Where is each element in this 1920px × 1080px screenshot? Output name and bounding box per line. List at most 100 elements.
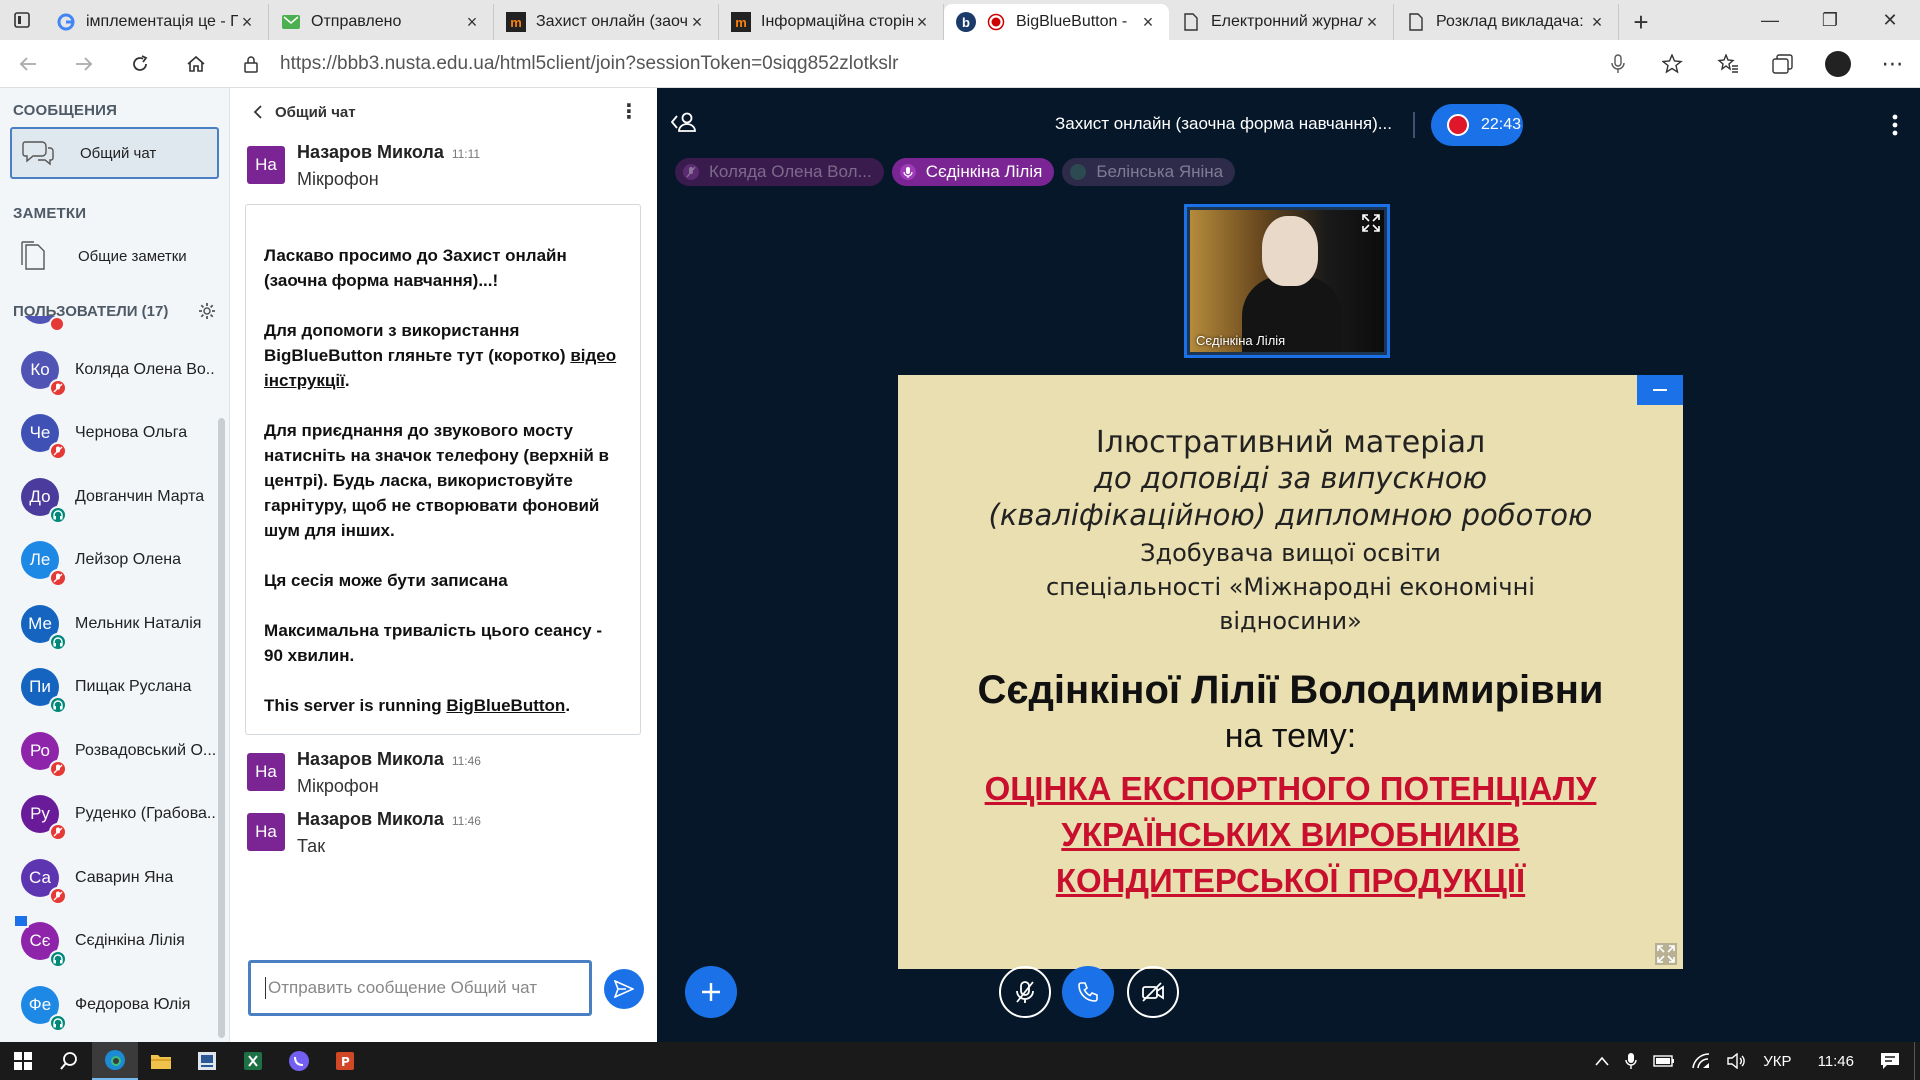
- page-icon: [1181, 12, 1201, 32]
- address-bar[interactable]: https://bbb3.nusta.edu.ua/html5client/jo…: [236, 46, 1660, 82]
- add-favorite-icon[interactable]: [1645, 40, 1700, 88]
- app-icon[interactable]: [184, 1042, 230, 1080]
- user-list-item[interactable]: Ко Коляда Олена Во...: [0, 338, 215, 402]
- reload-icon[interactable]: [112, 40, 168, 88]
- webcam-video[interactable]: Сєдінкіна Лілія: [1184, 204, 1390, 358]
- lock-icon[interactable]: [236, 55, 266, 73]
- message-time: 11:46: [451, 754, 481, 768]
- tab-title: Електронний журнал: [1211, 13, 1363, 30]
- microphone-icon[interactable]: [1590, 40, 1645, 88]
- close-tab-icon[interactable]: ×: [1139, 12, 1157, 33]
- browser-tab-2[interactable]: m Захист онлайн (заочн ×: [494, 4, 719, 40]
- close-window-icon[interactable]: ✕: [1860, 0, 1920, 40]
- avatar-initials: Фе: [28, 994, 52, 1014]
- file-explorer-icon[interactable]: [138, 1042, 184, 1080]
- minimize-presentation-button[interactable]: [1637, 375, 1683, 405]
- slide-line: (кваліфікаційною) дипломною роботою: [988, 498, 1593, 532]
- recording-indicator[interactable]: 22:43: [1431, 104, 1523, 146]
- browser-tab-1[interactable]: Отправлено ×: [269, 4, 494, 40]
- chat-options-icon[interactable]: ⋮: [619, 102, 639, 122]
- close-tab-icon[interactable]: ×: [1588, 12, 1606, 33]
- favorites-icon[interactable]: [1700, 40, 1755, 88]
- leave-audio-button[interactable]: [1062, 966, 1114, 1018]
- public-chat-item[interactable]: Общий чат: [10, 127, 219, 179]
- user-list-item[interactable]: Ру Руденко (Грабова...: [0, 783, 215, 847]
- new-tab-button[interactable]: +: [1619, 4, 1663, 40]
- close-tab-icon[interactable]: ×: [688, 12, 706, 33]
- welcome-text: This server is running: [264, 696, 447, 715]
- profile-avatar[interactable]: [1810, 40, 1865, 88]
- user-list-item[interactable]: Ме Мельник Наталія: [0, 592, 215, 656]
- microphone-tray-icon[interactable]: [1617, 1052, 1645, 1070]
- user-list-scrollbar[interactable]: [218, 418, 225, 1038]
- message-text: Так: [297, 836, 326, 856]
- avatar: Фе: [21, 985, 67, 1032]
- back-icon[interactable]: [0, 40, 56, 88]
- browser-tab-0[interactable]: імплементація це - П ×: [44, 4, 269, 40]
- show-desktop-button[interactable]: [1914, 1042, 1920, 1080]
- collections-icon[interactable]: [1755, 40, 1810, 88]
- fullscreen-icon[interactable]: [1362, 214, 1380, 232]
- forward-icon[interactable]: [56, 40, 112, 88]
- excel-icon[interactable]: [230, 1042, 276, 1080]
- close-tab-icon[interactable]: ×: [463, 12, 481, 33]
- clock[interactable]: 11:46: [1800, 1053, 1872, 1070]
- battery-icon[interactable]: [1645, 1055, 1683, 1067]
- close-tab-icon[interactable]: ×: [1363, 12, 1381, 33]
- windows-start-icon[interactable]: [0, 1042, 46, 1080]
- home-icon[interactable]: [168, 40, 224, 88]
- user-list-item[interactable]: Ле Лейзор Олена: [0, 529, 215, 593]
- actions-plus-button[interactable]: [685, 966, 737, 1018]
- muted-microphone-icon: [49, 759, 67, 778]
- talker-chip[interactable]: Белінська Яніна: [1062, 158, 1236, 186]
- talker-chip[interactable]: Сєдінкіна Лілія: [891, 158, 1055, 186]
- hide-chat-button[interactable]: Общий чат: [253, 104, 356, 121]
- user-list-item[interactable]: Че Чернова Ольга: [0, 402, 215, 466]
- browser-tab-5[interactable]: Електронний журнал ×: [1169, 4, 1394, 40]
- tab-actions-icon[interactable]: [0, 0, 44, 40]
- user-list-item[interactable]: Са Саварин Яна: [0, 846, 215, 910]
- talker-chip[interactable]: Коляда Олена Вол...: [675, 158, 884, 186]
- user-list-item[interactable]: Пи Пищак Руслана: [0, 656, 215, 720]
- shared-notes-item[interactable]: Общие заметки: [10, 230, 219, 282]
- minimize-window-icon[interactable]: —: [1740, 0, 1800, 40]
- bigbluebutton-link[interactable]: BigBlueButton: [446, 696, 565, 715]
- welcome-paragraph: Для приєднання до звукового мосту натисн…: [264, 418, 622, 543]
- notifications-icon[interactable]: [1872, 1052, 1914, 1070]
- chat-message: На Назаров Микола 11:11 Мікрофон: [231, 142, 657, 190]
- search-icon[interactable]: [46, 1042, 92, 1080]
- avatar-initials: Че: [29, 423, 51, 443]
- viber-icon[interactable]: [276, 1042, 322, 1080]
- slide-topic-line: КОНДИТЕРСЬКОЇ ПРОДУКЦІЇ: [1055, 862, 1526, 899]
- show-hidden-icons-icon[interactable]: [1587, 1056, 1617, 1066]
- close-tab-icon[interactable]: ×: [913, 12, 931, 33]
- close-tab-icon[interactable]: ×: [238, 12, 256, 33]
- edge-browser-icon[interactable]: [92, 1042, 138, 1080]
- options-menu-icon[interactable]: [1892, 114, 1898, 136]
- webcam-user-name: Сєдінкіна Лілія: [1196, 333, 1286, 348]
- browser-tab-4-active[interactable]: b BigBlueButton - ×: [944, 4, 1169, 40]
- restore-window-icon[interactable]: ❐: [1800, 0, 1860, 40]
- browser-tab-3[interactable]: m Інформаційна сторін ×: [719, 4, 944, 40]
- user-list-item[interactable]: Ро Розвадовський О...: [0, 719, 215, 783]
- webcam-person-head: [1262, 216, 1318, 286]
- keyboard-language[interactable]: УКР: [1755, 1053, 1799, 1070]
- notes-icon: [20, 241, 56, 271]
- tab-title: імплементація це - П: [86, 13, 238, 30]
- toggle-userlist-icon[interactable]: [671, 110, 697, 134]
- more-menu-icon[interactable]: ⋯: [1865, 40, 1920, 88]
- browser-tab-6[interactable]: Розклад викладача: ×: [1394, 4, 1619, 40]
- wifi-icon[interactable]: [1683, 1053, 1719, 1069]
- volume-icon[interactable]: [1719, 1053, 1755, 1069]
- mute-microphone-button[interactable]: [999, 966, 1051, 1018]
- share-webcam-button[interactable]: [1127, 966, 1179, 1018]
- user-list-item[interactable]: Сє Сєдінкіна Лілія: [0, 910, 215, 974]
- tab-title: Захист онлайн (заочн: [536, 13, 688, 30]
- chat-message-input[interactable]: Отправить сообщение Общий чат: [248, 960, 592, 1016]
- user-list-item[interactable]: Фе Федорова Юлія: [0, 973, 215, 1037]
- talking-indicators: Коляда Олена Вол... Сєдінкіна Лілія Белі…: [675, 158, 1243, 186]
- user-list-item[interactable]: До Довганчин Марта: [0, 465, 215, 529]
- avatar-initials: Сє: [29, 931, 51, 951]
- powerpoint-icon[interactable]: P: [322, 1042, 368, 1080]
- send-message-button[interactable]: [604, 969, 644, 1009]
